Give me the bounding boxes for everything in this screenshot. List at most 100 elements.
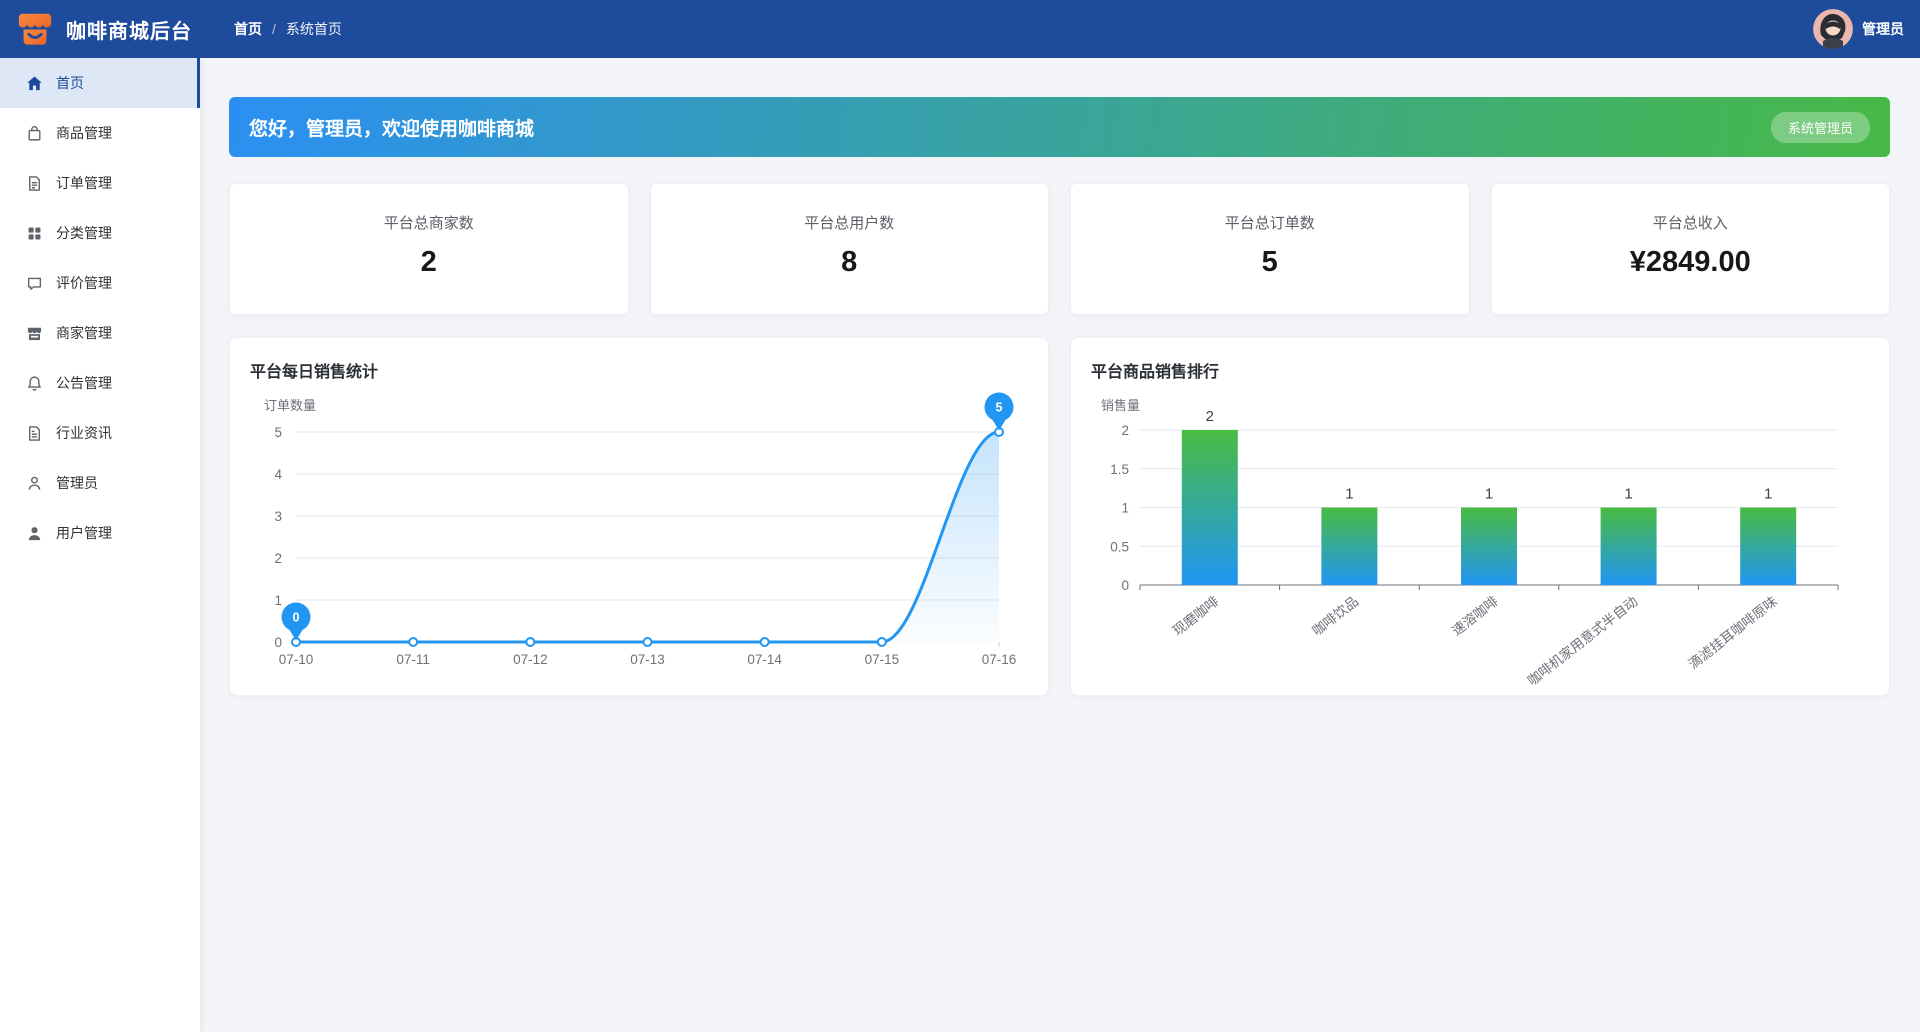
y-tick-label: 1 [274,593,282,608]
admin-icon [26,475,43,492]
breadcrumb-current: 系统首页 [285,21,342,37]
user-icon [26,525,43,542]
bar [1321,507,1378,585]
sidebar-item-label: 首页 [56,75,84,91]
shop-icon [26,325,43,342]
home-icon [26,75,43,92]
sidebar-item-industry-news[interactable]: 行业资讯 [0,408,200,458]
sidebar-item-label: 行业资讯 [56,425,112,441]
username-label[interactable]: 管理员 [1862,19,1904,39]
x-tick-label: 07-11 [396,652,430,667]
sidebar-item-users[interactable]: 用户管理 [0,508,200,558]
bag-icon [26,125,43,142]
daily-sales-chart-card: 平台每日销售统计 订单数量 0 1 2 3 4 5 07-10 07-11 07-12 07-13 0… [229,337,1049,696]
sidebar-nav: 首页 商品管理 订单管理 分类管理 评价管理 商家管理 公告管理 行业资讯 管理… [0,58,200,1032]
stats-row: 平台总商家数 2 平台总用户数 8 平台总订单数 5 平台总收入 ¥2849.0… [229,183,1890,315]
bar [1181,430,1238,585]
order-icon [26,175,43,192]
bar-value-label: 2 [1206,408,1214,425]
app-logo-icon [18,13,52,45]
sidebar-item-label: 公告管理 [56,375,112,391]
role-badge: 系统管理员 [1770,111,1870,143]
sidebar-item-orders[interactable]: 订单管理 [0,158,200,208]
product-sales-bar-chart: 销售量 0 0.5 1 1.5 2 2 现磨咖啡 1 咖啡饮品 1 速溶咖啡 1 咖啡机家用意式半自动 1 滴… [1101,398,1839,689]
breadcrumb-separator: / [272,21,276,37]
stat-value: 5 [1261,246,1278,278]
sidebar-item-label: 评价管理 [56,275,112,291]
breadcrumb-home-link[interactable]: 首页 [234,19,262,39]
stat-card-merchants: 平台总商家数 2 [229,183,629,315]
x-tick-label: 07-10 [279,652,314,667]
stat-label: 平台总商家数 [383,215,474,232]
x-tick-label: 07-15 [865,652,900,667]
data-point-marker [525,637,536,647]
stat-value: 2 [420,246,437,278]
chart-title: 平台商品销售排行 [1091,364,1220,381]
sidebar-item-label: 分类管理 [56,225,112,241]
y-tick-label: 3 [274,509,282,524]
y-tick-label: 2 [274,551,282,566]
y-axis-title: 订单数量 [264,398,316,413]
bell-icon [26,375,43,392]
sidebar-item-reviews[interactable]: 评价管理 [0,258,200,308]
y-tick-label: 0.5 [1110,539,1129,554]
mark-pin-value: 0 [293,611,300,625]
data-point-marker [759,637,770,647]
data-point-marker [876,637,887,647]
news-icon [26,425,43,442]
sidebar-item-products[interactable]: 商品管理 [0,108,200,158]
product-ranking-chart-card: 平台商品销售排行 销售量 0 0.5 1 1.5 2 2 现磨咖啡 1 咖啡饮品 1 速溶咖啡 1 咖啡机… [1070,337,1890,696]
welcome-greeting: 您好，管理员，欢迎使用咖啡商城 [249,118,535,140]
series-area [296,432,999,642]
x-category-label: 咖啡机家用意式半自动 [1524,593,1640,689]
top-header: 咖啡商城后台 首页 / 系统首页 管理员 [0,0,1920,58]
y-tick-label: 0 [274,635,282,650]
bar [1740,507,1797,585]
stat-card-orders: 平台总订单数 5 [1070,183,1470,315]
sidebar-item-home[interactable]: 首页 [0,58,200,108]
y-tick-label: 1 [1121,501,1129,516]
data-point-marker [642,637,653,647]
bar [1461,507,1517,585]
series-line [294,430,1001,644]
comment-icon [26,275,43,292]
bar-value-label: 1 [1764,486,1772,503]
stat-label: 平台总订单数 [1224,215,1315,232]
stat-value: ¥2849.00 [1629,246,1751,278]
bar-value-label: 1 [1624,486,1632,503]
stat-card-revenue: 平台总收入 ¥2849.00 [1490,183,1890,315]
x-category-label: 咖啡饮品 [1309,594,1361,639]
charts-row: 平台每日销售统计 订单数量 0 1 2 3 4 5 07-10 07-11 07-12 07-13 0… [229,337,1890,696]
bar-value-label: 1 [1345,486,1353,503]
sidebar-item-admins[interactable]: 管理员 [0,458,200,508]
y-tick-label: 5 [274,425,282,440]
stat-label: 平台总用户数 [804,215,895,232]
app-title: 咖啡商城后台 [66,20,192,43]
chart-title: 平台每日销售统计 [250,364,379,381]
sidebar-item-notices[interactable]: 公告管理 [0,358,200,408]
sidebar-item-label: 管理员 [56,475,98,491]
main-content: 您好，管理员，欢迎使用咖啡商城 系统管理员 平台总商家数 2 平台总用户数 8 … [200,58,1920,1032]
sidebar-item-label: 商品管理 [56,125,112,141]
sidebar-item-label: 订单管理 [56,175,112,191]
breadcrumb: 首页 / 系统首页 [234,19,342,39]
bar [1600,507,1657,585]
sidebar-item-merchants[interactable]: 商家管理 [0,308,200,358]
sidebar-item-categories[interactable]: 分类管理 [0,208,200,258]
y-tick-label: 2 [1121,423,1129,438]
y-axis-title: 销售量 [1101,398,1140,413]
welcome-banner: 您好，管理员，欢迎使用咖啡商城 系统管理员 [229,97,1890,157]
x-tick-label: 07-12 [513,652,548,667]
stat-value: 8 [841,246,858,278]
x-tick-label: 07-13 [630,652,665,667]
sidebar-item-label: 用户管理 [56,525,112,541]
user-avatar[interactable] [1813,9,1853,49]
bar-value-label: 1 [1485,486,1493,503]
mark-pin-value: 5 [996,401,1003,415]
x-tick-label: 07-14 [747,652,782,667]
x-category-label: 现磨咖啡 [1170,594,1222,639]
x-category-label: 速溶咖啡 [1449,594,1501,639]
daily-sales-line-chart: 订单数量01234507-10 07-11 07-12 07-13 07-14 07-15… [264,392,1017,667]
x-tick-label: 07-16 [982,652,1017,667]
stat-card-users: 平台总用户数 8 [649,183,1049,315]
